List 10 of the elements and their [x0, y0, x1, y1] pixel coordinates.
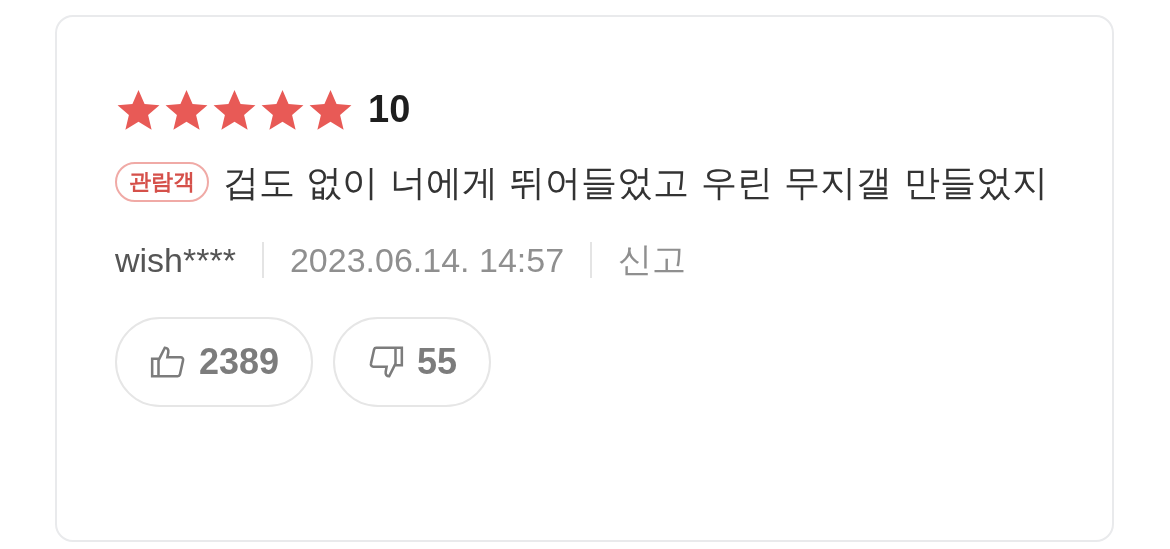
review-text: 겁도 없이 너에게 뛰어들었고 우린 무지갤 만들었지 — [223, 162, 1048, 203]
report-link[interactable]: 신고 — [618, 237, 687, 283]
review-date: 2023.06.14. 14:57 — [289, 240, 565, 280]
rating-score: 10 — [368, 87, 411, 131]
audience-badge: 관람객 — [115, 162, 209, 202]
thumbs-down-icon — [367, 343, 406, 381]
dislike-button[interactable]: 55 — [333, 317, 492, 407]
like-button[interactable]: 2389 — [115, 317, 314, 407]
thumbs-up-icon — [149, 343, 187, 381]
author-name: wish**** — [115, 240, 236, 280]
